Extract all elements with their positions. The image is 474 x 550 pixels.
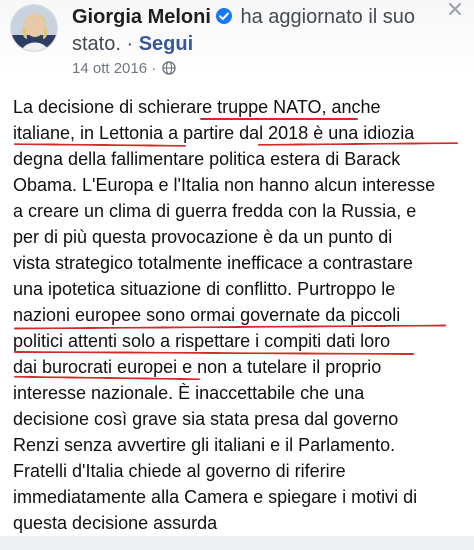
post-header-continued: stato. · Segui (72, 31, 193, 57)
date-separator: · (151, 60, 157, 77)
post-body-line: La decisione di schierare truppe NATO, a… (13, 97, 381, 117)
author-name[interactable]: Giorgia Meloni (72, 6, 211, 28)
globe-icon[interactable] (162, 61, 177, 75)
avatar[interactable] (10, 4, 58, 52)
post-body-line: interesse nazionale. È inaccettabile che… (13, 383, 365, 403)
post-body-line: immediatamente alla Camera e spiegare i … (13, 487, 418, 507)
post-body-line: vista strategico totalmente inefficace a… (13, 253, 413, 273)
close-icon[interactable] (446, 0, 464, 18)
post-body-line: politici attenti solo a rispettare i com… (13, 331, 391, 351)
post-body-line: questa decisione assurda (13, 513, 218, 533)
post-body-line: Renzi senza avvertire gli italiani e il … (13, 435, 396, 455)
facebook-post: Giorgia Meloni ha aggiornato il suo stat… (0, 0, 474, 550)
post-action-text-cont: stato. (72, 33, 121, 55)
post-body-line: una ipotetica situazione di conflitto. P… (13, 279, 396, 299)
post-date[interactable]: 14 ott 2016 (72, 60, 147, 77)
post-body-line: decisione così grave sia stata presa dal… (13, 409, 399, 429)
verified-badge-icon (215, 6, 233, 24)
post-header: Giorgia Meloni ha aggiornato il suo (72, 4, 415, 30)
post-body-line: a creare un clima di guerra fredda con l… (13, 201, 417, 221)
bottom-divider (0, 536, 474, 550)
post-timestamp: 14 ott 2016 · (72, 60, 177, 78)
post-action-text: ha aggiornato il suo (240, 6, 416, 28)
follow-button[interactable]: Segui (139, 33, 193, 55)
profile-photo-icon (11, 5, 57, 51)
post-body-line: degna della fallimentare politica estera… (13, 149, 401, 169)
red-underline-annotation (200, 118, 358, 120)
post-body: La decisione di schierare truppe NATO, a… (13, 94, 468, 536)
header-separator: · (126, 33, 134, 55)
post-body-line: Obama. L'Europa e l'Italia non hanno alc… (13, 175, 436, 195)
post-body-line: Fratelli d'Italia chiede al governo di r… (13, 461, 346, 481)
post-body-line: per di più questa provocazione è da un p… (13, 227, 393, 247)
